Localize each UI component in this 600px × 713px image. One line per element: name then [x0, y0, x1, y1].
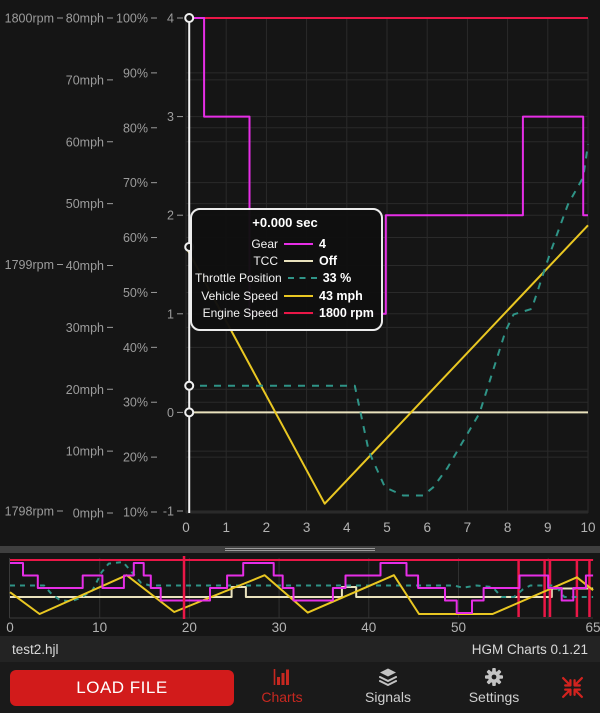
axis-tick-label-pct: 90%	[123, 66, 148, 80]
overview-x-label: 30	[272, 620, 287, 635]
tab-settings-label: Settings	[469, 689, 520, 705]
tab-signals[interactable]: Signals	[346, 667, 430, 704]
cursor-marker	[185, 382, 193, 390]
x-axis-label: 5	[383, 520, 391, 535]
collapse-window-button[interactable]	[560, 675, 585, 700]
tooltip-series-swatch	[284, 260, 313, 262]
tooltip-rows: Gear 4 TCC Off Throttle Position 33 % Vehicle …	[195, 235, 375, 322]
bar-chart-icon	[272, 667, 292, 687]
axis-tick-label-pct: 40%	[123, 341, 148, 355]
axis-tick-label-mph: 30mph	[66, 321, 104, 335]
tooltip-series-value: 4	[319, 237, 375, 251]
axis-tick-label-pct: 70%	[123, 176, 148, 190]
cursor-marker	[185, 408, 193, 416]
collapse-arrows-icon	[560, 675, 585, 700]
cursor-marker	[185, 14, 193, 22]
layers-icon	[378, 667, 398, 687]
axis-tick-label-gear: -1	[163, 505, 174, 519]
axis-tick-label-gear: 4	[167, 12, 174, 26]
tooltip-series-value: 33 %	[323, 271, 375, 285]
x-axis-label: 2	[263, 520, 271, 535]
x-axis-label: 9	[544, 520, 552, 535]
axis-tick-label-pct: 80%	[123, 121, 148, 135]
axis-tick-label-pct: 20%	[123, 451, 148, 465]
chart-scrollbar-track[interactable]	[0, 546, 600, 553]
axis-tick-label-mph: 0mph	[73, 507, 104, 521]
axis-tick-label-rpm: 1799rpm	[5, 258, 54, 272]
overview-x-label: 40	[361, 620, 376, 635]
overview-series-throttle	[10, 562, 593, 601]
axis-tick-label-mph: 10mph	[66, 445, 104, 459]
tooltip-series-swatch	[284, 312, 313, 314]
tooltip-series-value: Off	[319, 254, 375, 268]
tooltip-row: Vehicle Speed 43 mph	[195, 287, 375, 304]
tooltip-series-value: 43 mph	[319, 289, 375, 303]
x-axis-label: 0	[182, 520, 190, 535]
x-axis-label: 7	[464, 520, 472, 535]
overview-x-label: 65	[586, 620, 600, 635]
axis-tick-label-pct: 50%	[123, 286, 148, 300]
tooltip-series-swatch	[284, 243, 313, 245]
tab-charts[interactable]: Charts	[240, 667, 324, 704]
overview-x-label: 10	[92, 620, 107, 635]
axis-tick-label-pct: 30%	[123, 396, 148, 410]
tooltip-series-swatch	[284, 295, 313, 297]
tab-settings[interactable]: Settings	[452, 667, 536, 704]
overview-x-label: 0	[6, 620, 14, 635]
axis-tick-label-rpm: 1798rpm	[5, 505, 54, 519]
axis-tick-label-mph: 20mph	[66, 383, 104, 397]
x-axis-label: 6	[423, 520, 431, 535]
tooltip-series-label: Engine Speed	[195, 306, 278, 320]
tab-signals-label: Signals	[365, 689, 411, 705]
axis-tick-label-mph: 40mph	[66, 259, 104, 273]
overview-x-label: 20	[182, 620, 197, 635]
status-bar: test2.hjl HGM Charts 0.1.21	[0, 636, 600, 662]
x-axis-label: 1	[222, 520, 230, 535]
overview-x-label: 50	[451, 620, 466, 635]
load-file-button[interactable]: LOAD FILE	[10, 670, 234, 706]
tooltip-time: +0.000 sec	[195, 215, 375, 230]
x-axis-label: 10	[580, 520, 595, 535]
axis-tick-label-gear: 1	[167, 307, 174, 321]
axis-tick-label-rpm: 1800rpm	[5, 12, 54, 26]
axis-tick-label-pct: 60%	[123, 231, 148, 245]
tooltip-series-label: TCC	[195, 254, 278, 268]
tooltip-series-swatch	[288, 277, 317, 279]
tab-charts-label: Charts	[261, 689, 302, 705]
axis-tick-label-mph: 70mph	[66, 73, 104, 87]
tooltip-series-label: Vehicle Speed	[195, 289, 278, 303]
tooltip-series-label: Gear	[195, 237, 278, 251]
app-version: HGM Charts 0.1.21	[472, 642, 588, 657]
x-axis-label: 3	[303, 520, 311, 535]
axis-tick-label-gear: 0	[167, 406, 174, 420]
axis-tick-label-pct: 10%	[123, 506, 148, 520]
tooltip-row: Engine Speed 1800 rpm	[195, 305, 375, 322]
x-axis-label: 4	[343, 520, 351, 535]
chart-tooltip: +0.000 sec Gear 4 TCC Off Throttle Position 3…	[190, 208, 383, 331]
tooltip-row: Throttle Position 33 %	[195, 270, 375, 287]
tooltip-series-label: Throttle Position	[195, 271, 282, 285]
axis-tick-label-mph: 50mph	[66, 197, 104, 211]
axis-tick-label-pct: 100%	[116, 12, 148, 26]
axis-tick-label-gear: 2	[167, 209, 174, 223]
axis-tick-label-mph: 80mph	[66, 12, 104, 26]
x-axis-label: 8	[504, 520, 512, 535]
chart-scrollbar-thumb[interactable]	[225, 546, 375, 553]
axis-tick-label-gear: 3	[167, 110, 174, 124]
tooltip-series-value: 1800 rpm	[319, 306, 375, 320]
gear-icon	[484, 667, 504, 687]
bottom-toolbar: LOAD FILE Charts Signals	[0, 662, 600, 713]
loaded-file-name: test2.hjl	[12, 642, 59, 657]
overview-chart[interactable]: 0 10 20 30 40 50 65	[0, 554, 600, 636]
axis-tick-label-mph: 60mph	[66, 135, 104, 149]
tooltip-row: TCC Off	[195, 252, 375, 269]
tooltip-row: Gear 4	[195, 235, 375, 252]
